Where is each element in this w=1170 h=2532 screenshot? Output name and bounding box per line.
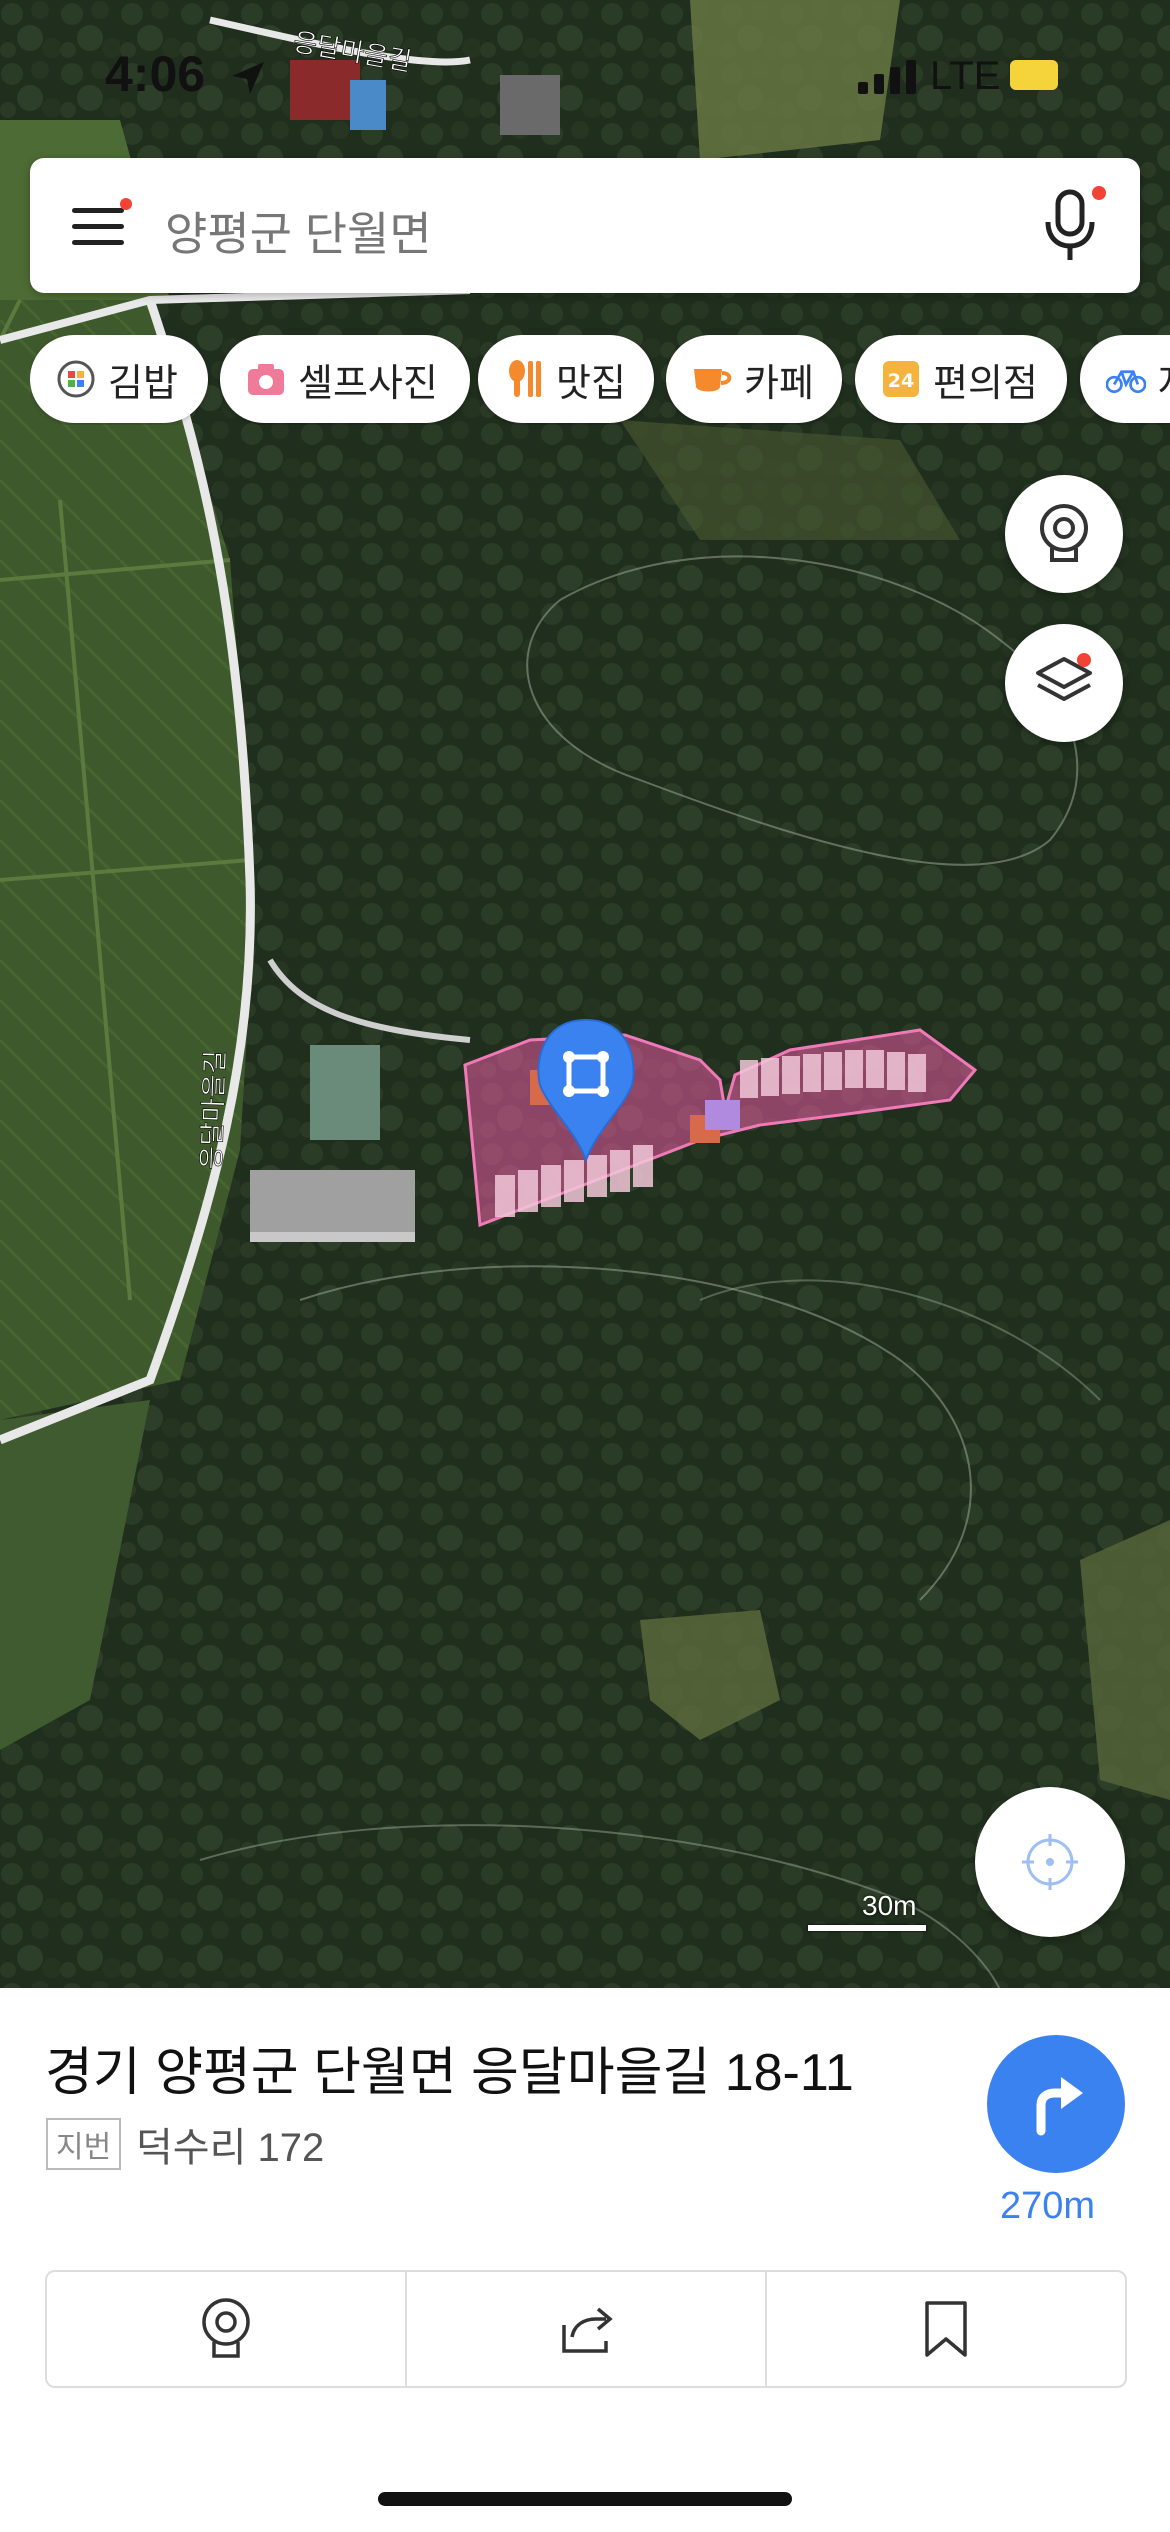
- cafe-icon: [692, 359, 732, 399]
- jibun-tag: 지번: [46, 2118, 122, 2170]
- street-view-action-button[interactable]: [47, 2272, 407, 2386]
- bookmark-icon: [925, 2301, 967, 2357]
- kimbap-icon: [56, 359, 96, 399]
- chip-restaurant[interactable]: 맛집: [478, 335, 654, 423]
- notification-dot: [1077, 653, 1091, 667]
- chip-label: 편의점: [933, 362, 1038, 405]
- share-icon: [562, 2307, 613, 2353]
- status-bar: 4:06 LTE: [0, 0, 1170, 150]
- street-view-icon: [1040, 504, 1088, 562]
- chip-bicycle[interactable]: 자: [1080, 335, 1170, 423]
- network-type: LTE: [930, 54, 1001, 98]
- map-canvas: 응달마을길 응달마을길: [0, 0, 1170, 1990]
- crosshair-icon: [1022, 1834, 1078, 1890]
- microphone-icon[interactable]: [1040, 188, 1100, 264]
- chip-convenience-store[interactable]: 24 편의점: [855, 335, 1067, 423]
- notification-dot: [1092, 186, 1106, 200]
- chip-label: 셀프사진: [298, 362, 438, 405]
- chip-label: 김밥: [108, 362, 178, 405]
- menu-icon[interactable]: [72, 202, 128, 250]
- chip-label: 맛집: [556, 362, 626, 405]
- current-location-button[interactable]: [975, 1787, 1125, 1937]
- map-layers-button[interactable]: [1005, 624, 1123, 742]
- action-bar: [45, 2270, 1127, 2388]
- road-label: 응달마을길: [197, 1050, 231, 1171]
- chip-label: 자: [1158, 352, 1170, 407]
- restaurant-icon: [504, 359, 544, 399]
- search-input[interactable]: 양평군 단월면: [165, 198, 432, 264]
- notification-dot: [120, 198, 132, 210]
- directions-button[interactable]: [987, 2035, 1125, 2173]
- chip-selfie-photo[interactable]: 셀프사진: [220, 335, 470, 423]
- svg-text:24: 24: [888, 370, 914, 392]
- convenience-store-icon: 24: [881, 359, 921, 399]
- search-bar[interactable]: 양평군 단월면: [30, 158, 1140, 293]
- turn-right-arrow-icon: [1036, 2077, 1083, 2136]
- route-distance: 270m: [1000, 2185, 1096, 2227]
- street-view-button[interactable]: [1005, 475, 1123, 593]
- save-bookmark-button[interactable]: [767, 2272, 1125, 2386]
- category-chips: 김밥 셀프사진 맛집 카페 24 편의점: [30, 335, 1170, 425]
- home-indicator: [378, 2492, 792, 2506]
- satellite-map[interactable]: 응달마을길 응달마을길: [0, 0, 1170, 1990]
- place-address: 경기 양평군 단월면 응달마을길 18-11: [45, 2044, 854, 2102]
- jibun-value: 덕수리 172: [136, 2126, 325, 2170]
- signal-icon: [858, 60, 916, 94]
- chip-kimbap[interactable]: 김밥: [30, 335, 208, 423]
- bicycle-icon: [1106, 359, 1146, 399]
- location-arrow-icon: [232, 62, 264, 94]
- chip-cafe[interactable]: 카페: [666, 335, 842, 423]
- map-scale-label: 30m: [862, 1890, 917, 1921]
- status-time: 4:06: [105, 46, 206, 102]
- map-scale-bar: [808, 1925, 926, 1931]
- battery-icon: [1010, 60, 1058, 90]
- chip-label: 카페: [744, 362, 814, 405]
- share-button[interactable]: [407, 2272, 767, 2386]
- camera-icon: [246, 359, 286, 399]
- street-view-icon: [202, 2298, 250, 2358]
